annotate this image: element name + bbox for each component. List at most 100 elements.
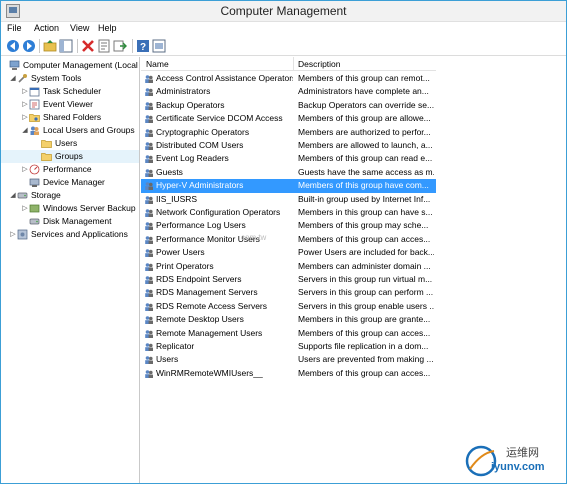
expand-arrow-icon[interactable]: ▷: [21, 85, 29, 98]
properties-icon[interactable]: [97, 39, 111, 53]
group-name: Print Operators: [156, 260, 214, 271]
group-row[interactable]: RDS Remote Access Servers Servers in this…: [141, 300, 436, 313]
expand-arrow-icon[interactable]: ▷: [9, 228, 17, 241]
column-header-description[interactable]: Description: [298, 59, 341, 69]
collapse-arrow-icon[interactable]: ◢: [9, 72, 17, 85]
group-row[interactable]: RDS Endpoint Servers Servers in this grou…: [141, 273, 436, 286]
group-row[interactable]: Hyper-V Administrators Members of this gr…: [141, 179, 436, 193]
tree-item[interactable]: ◢ Storage: [1, 189, 139, 202]
tree-item[interactable]: ▷ Windows Server Backup: [1, 202, 139, 215]
toolbar-separator: [77, 39, 78, 53]
up-folder-icon[interactable]: [43, 39, 57, 53]
group-description: Members in this group can have s...: [298, 207, 433, 217]
group-name: WinRMRemoteWMIUsers__: [156, 367, 263, 378]
menu-help[interactable]: Help: [98, 23, 117, 33]
group-row[interactable]: Backup Operators Backup Operators can ove…: [141, 99, 436, 112]
group-row[interactable]: Event Log Readers Members of this group c…: [141, 152, 436, 165]
tree-item-label: Disk Management: [43, 216, 112, 226]
collapse-arrow-icon[interactable]: ◢: [9, 189, 17, 202]
forward-icon[interactable]: [22, 39, 36, 53]
tree-item-label: Local Users and Groups: [43, 125, 135, 135]
group-icon: [145, 289, 153, 298]
group-row[interactable]: Certificate Service DCOM Access Members o…: [141, 112, 436, 125]
tree-item[interactable]: ▷ Shared Folders: [1, 111, 139, 124]
group-row[interactable]: Performance Monitor Users Members of this…: [141, 233, 436, 246]
expand-arrow-icon[interactable]: ▷: [21, 111, 29, 124]
group-description: Members of this group are allowe...: [298, 113, 431, 124]
expand-arrow-icon[interactable]: ▷: [21, 202, 29, 215]
help-icon[interactable]: ?: [136, 39, 150, 53]
tree-item[interactable]: ◢ System Tools: [1, 72, 139, 85]
group-description: Members are allowed to launch, a...: [298, 140, 433, 150]
group-icon: [145, 369, 153, 378]
group-row[interactable]: IIS_IUSRS Built-in group used by Internet…: [141, 193, 436, 206]
group-icon: [145, 262, 153, 271]
group-row[interactable]: Performance Log Users Members of this gro…: [141, 219, 436, 232]
menu-file[interactable]: File: [7, 23, 22, 33]
expand-arrow-icon[interactable]: ▷: [21, 163, 29, 176]
computer-management-window: Computer Management File Action View Hel…: [0, 0, 567, 484]
menu-action[interactable]: Action: [34, 23, 59, 33]
group-description: Members of this group can remot...: [298, 73, 430, 83]
group-row[interactable]: Replicator Supports file replication in a…: [141, 340, 436, 353]
group-description: Members are authorized to perfor...: [298, 126, 431, 137]
tree-item[interactable]: Computer Management (Local: [1, 59, 139, 72]
menu-view[interactable]: View: [70, 23, 89, 33]
column-header-name[interactable]: Name: [146, 59, 169, 69]
group-row[interactable]: Remote Desktop Users Members in this grou…: [141, 313, 436, 326]
tree-item[interactable]: Users: [1, 137, 139, 150]
group-icon: [145, 128, 153, 137]
tree-item[interactable]: Groups: [1, 150, 139, 163]
group-row[interactable]: WinRMRemoteWMIUsers__ Members of this gro…: [141, 367, 436, 380]
folder-icon: [41, 153, 52, 161]
group-row[interactable]: Distributed COM Users Members are allowed…: [141, 139, 436, 152]
column-divider[interactable]: [293, 57, 294, 71]
group-row[interactable]: Administrators Administrators have comple…: [141, 85, 436, 98]
backup-icon: [29, 204, 40, 213]
group-row[interactable]: Cryptographic Operators Members are autho…: [141, 126, 436, 139]
group-row[interactable]: Print Operators Members can administer do…: [141, 260, 436, 273]
group-icon: [145, 195, 153, 204]
tree-item-label: Storage: [31, 190, 61, 200]
tree-item[interactable]: ▷ Event Viewer: [1, 98, 139, 111]
group-row[interactable]: Network Configuration Operators Members i…: [141, 206, 436, 219]
tree-item[interactable]: Disk Management: [1, 215, 139, 228]
tools-icon: [18, 74, 27, 83]
group-description: Guests have the same access as m...: [298, 166, 434, 177]
back-icon[interactable]: [6, 39, 20, 53]
group-name: IIS_IUSRS: [156, 193, 198, 204]
group-row[interactable]: RDS Management Servers Servers in this gr…: [141, 286, 436, 299]
tree-item[interactable]: ◢ Local Users and Groups: [1, 124, 139, 137]
group-icon: [145, 182, 153, 191]
group-row[interactable]: Remote Management Users Members of this g…: [141, 327, 436, 340]
tree-item[interactable]: ▷ Services and Applications: [1, 228, 139, 241]
title-bar[interactable]: Computer Management: [1, 1, 566, 22]
group-icon: [145, 75, 153, 83]
show-hide-tree-icon[interactable]: [59, 39, 73, 53]
collapse-arrow-icon[interactable]: ◢: [21, 124, 29, 137]
tree-item-label: System Tools: [31, 73, 82, 83]
disk-icon: [29, 218, 40, 225]
group-icon: [145, 343, 153, 351]
group-row[interactable]: Power Users Power Users are included for …: [141, 246, 436, 259]
group-icon: [145, 115, 153, 124]
group-icon: [145, 142, 153, 150]
console-icon[interactable]: [152, 39, 166, 53]
group-name: Guests: [156, 166, 183, 177]
group-row[interactable]: Users Users are prevented from making ...: [141, 353, 436, 366]
tree-item-label: Device Manager: [43, 177, 105, 187]
delete-icon[interactable]: [81, 39, 95, 53]
group-icon: [145, 209, 153, 217]
group-description: Administrators have complete an...: [298, 86, 429, 97]
group-name: RDS Endpoint Servers: [156, 274, 242, 284]
tree-item[interactable]: Device Manager: [1, 176, 139, 189]
tree-item-label: Services and Applications: [31, 229, 128, 239]
group-row[interactable]: Access Control Assistance Operators Membe…: [141, 72, 436, 85]
tree-item[interactable]: ▷ Task Scheduler: [1, 85, 139, 98]
expand-arrow-icon[interactable]: ▷: [21, 98, 29, 111]
group-description: Members in this group are grante...: [298, 314, 431, 325]
group-row[interactable]: Guests Guests have the same access as m..…: [141, 166, 436, 179]
tree-item[interactable]: ▷ Performance: [1, 163, 139, 176]
export-icon[interactable]: [113, 39, 127, 53]
group-description: Servers in this group enable users ...: [298, 300, 434, 311]
